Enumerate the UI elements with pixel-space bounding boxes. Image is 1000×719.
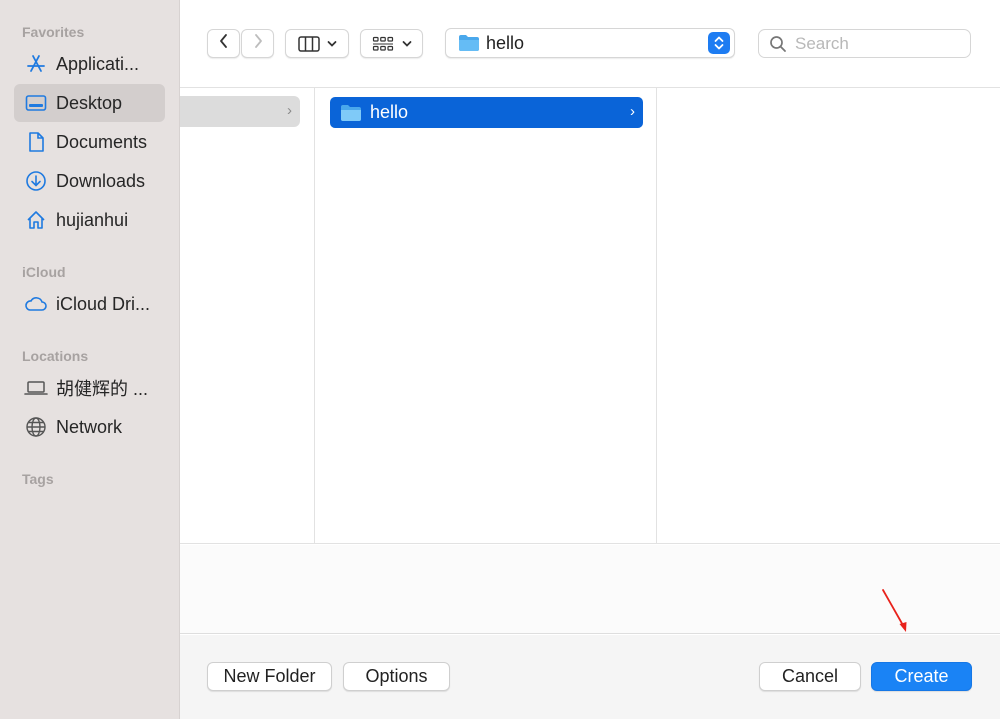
sidebar-item-this-mac[interactable]: 胡健辉的 ... [14,369,165,407]
desktop-icon [24,91,48,115]
sidebar-item-downloads[interactable]: Downloads [14,162,165,200]
folder-icon [458,34,480,52]
chevron-left-icon [218,33,230,54]
chevron-right-icon [252,33,264,54]
column-divider[interactable] [656,88,657,544]
chevron-right-icon: › [630,103,635,120]
column-browser: › hello › [180,87,1000,544]
downloads-icon [24,169,48,193]
sidebar-item-label: Applicati... [56,53,140,74]
document-icon [24,130,48,154]
folder-icon [340,104,362,122]
annotation-arrow-icon [882,589,907,632]
sidebar-item-icloud-drive[interactable]: iCloud Dri... [14,285,165,323]
parent-column-selected-row[interactable]: › [180,96,300,127]
columns-view-icon [297,35,320,52]
back-button[interactable] [207,29,240,58]
list-item[interactable]: hello › [330,97,643,128]
applications-icon [24,52,48,76]
view-mode-button[interactable] [285,29,349,58]
sidebar-section-locations: Locations [22,348,89,364]
location-popup[interactable]: hello [445,28,735,58]
cancel-button[interactable]: Cancel [759,662,861,691]
search-field[interactable] [758,29,971,58]
search-icon [769,35,787,53]
sidebar-item-network[interactable]: Network [14,408,165,446]
sidebar-item-documents[interactable]: Documents [14,123,165,161]
sidebar-item-desktop[interactable]: Desktop [14,84,165,122]
chevron-right-icon: › [287,102,292,119]
chevron-down-icon [327,40,337,48]
sidebar: Favorites Applicati... Desktop Documents… [0,0,180,719]
sidebar-item-label: hujianhui [56,209,129,230]
options-button[interactable]: Options [343,662,450,691]
sidebar-item-label: 胡健辉的 ... [56,379,149,399]
laptop-icon [24,376,48,400]
sidebar-item-label: Desktop [56,92,123,113]
forward-button[interactable] [241,29,274,58]
sidebar-item-home[interactable]: hujianhui [14,201,165,239]
column-divider[interactable] [314,88,315,544]
updown-arrows-icon [708,32,730,54]
grid-group-icon [372,36,394,52]
create-button[interactable]: Create [871,662,972,691]
search-input[interactable] [795,33,955,54]
sidebar-item-label: iCloud Dri... [56,293,151,314]
location-label: hello [486,32,525,53]
sidebar-item-label: Downloads [56,170,146,191]
sidebar-section-favorites: Favorites [22,24,85,40]
home-icon [24,208,48,232]
cloud-icon [24,292,48,316]
sidebar-item-label: Network [56,416,123,437]
globe-icon [24,415,48,439]
sidebar-section-tags: Tags [22,471,54,487]
chevron-down-icon [402,40,412,48]
new-folder-button[interactable]: New Folder [207,662,332,691]
folder-label: hello [370,102,409,122]
sidebar-section-icloud: iCloud [22,264,66,280]
sidebar-item-label: Documents [56,131,148,152]
group-button[interactable] [360,29,423,58]
sidebar-item-applications[interactable]: Applicati... [14,45,165,83]
